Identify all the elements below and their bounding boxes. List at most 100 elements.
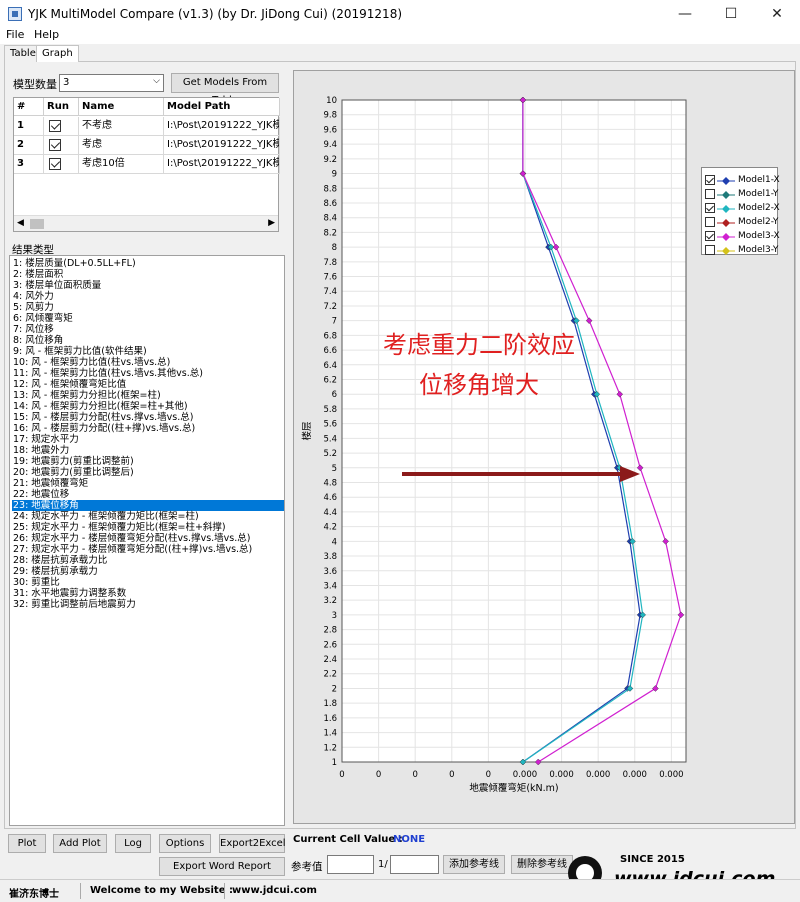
add-plot-button[interactable]: Add Plot — [53, 834, 107, 853]
result-type-item[interactable]: 31: 水平地震剪力调整系数 — [12, 588, 126, 599]
result-type-item[interactable]: 5: 风剪力 — [12, 302, 54, 313]
result-type-item[interactable]: 29: 楼层抗剪承载力 — [12, 566, 98, 577]
result-type-item[interactable]: 27: 规定水平力 - 楼层倾覆弯矩分配((柱+撑)vs.墙vs.总) — [12, 544, 252, 555]
add-ref-line-button[interactable]: 添加参考线 — [443, 855, 505, 874]
annotation-line-1: 考虑重力二阶效应 — [383, 331, 575, 359]
maximize-button[interactable]: ☐ — [708, 0, 754, 28]
y-tick-label: 8.2 — [323, 228, 337, 238]
result-type-item[interactable]: 2: 楼层面积 — [12, 269, 63, 280]
model-path-cell[interactable]: I:\Post\20191222_YJK模态 — [164, 155, 280, 174]
options-button[interactable]: Options — [159, 834, 211, 853]
close-button[interactable]: ✕ — [754, 0, 800, 28]
result-type-item[interactable]: 17: 规定水平力 — [12, 434, 79, 445]
legend-checkbox[interactable] — [705, 245, 715, 255]
x-tick-label: 0 — [412, 770, 417, 780]
ref-value-input-1[interactable] — [327, 855, 374, 874]
x-tick-label: 0 — [449, 770, 454, 780]
result-type-item[interactable]: 11: 风 - 框架剪力比值(柱vs.墙vs.其他vs.总) — [12, 368, 203, 379]
result-type-item[interactable]: 7: 风位移 — [12, 324, 54, 335]
result-type-item[interactable]: 30: 剪重比 — [12, 577, 60, 588]
run-cell[interactable] — [44, 117, 79, 136]
scroll-left-icon[interactable]: ◀ — [17, 218, 24, 228]
run-checkbox[interactable] — [49, 120, 61, 132]
model-path-cell[interactable]: I:\Post\20191222_YJK模态 — [164, 117, 280, 136]
run-cell[interactable] — [44, 136, 79, 155]
export-excel-button[interactable]: Export2Excel — [219, 834, 286, 853]
result-type-item[interactable]: 6: 风倾覆弯矩 — [12, 313, 73, 324]
run-checkbox[interactable] — [49, 139, 61, 151]
plot-button[interactable]: Plot — [8, 834, 46, 853]
result-type-item[interactable]: 13: 风 - 框架剪力分担比(框架=柱) — [12, 390, 161, 401]
result-type-item[interactable]: 10: 风 - 框架剪力比值(柱vs.墙vs.总) — [12, 357, 170, 368]
result-type-item[interactable]: 32: 剪重比调整前后地震剪力 — [12, 599, 136, 610]
y-tick-label: 5.4 — [323, 434, 337, 444]
result-type-item[interactable]: 1: 楼层质量(DL+0.5LL+FL) — [12, 258, 136, 269]
status-welcome: Welcome to my Website : — [90, 885, 233, 896]
minimize-button[interactable]: — — [662, 0, 708, 28]
y-tick-label: 8.4 — [323, 214, 337, 224]
model-name-cell[interactable]: 不考虑 — [79, 117, 164, 136]
legend-label: Model2-X — [738, 203, 780, 213]
result-type-item[interactable]: 12: 风 - 框架倾覆弯矩比值 — [12, 379, 126, 390]
result-type-item[interactable]: 20: 地震剪力(剪重比调整后) — [12, 467, 134, 478]
legend-checkbox[interactable] — [705, 217, 715, 227]
col-header-path[interactable]: Model Path — [164, 98, 280, 116]
result-type-item[interactable]: 4: 风外力 — [12, 291, 54, 302]
scroll-right-icon[interactable]: ▶ — [268, 218, 275, 228]
result-type-item[interactable]: 18: 地震外力 — [12, 445, 69, 456]
menu-file[interactable]: File — [6, 28, 24, 41]
result-type-item[interactable]: 22: 地震位移 — [12, 489, 69, 500]
model-count-select[interactable]: 3 ⌵ — [59, 74, 164, 92]
y-tick-label: 8.6 — [323, 199, 337, 209]
col-header-name[interactable]: Name — [79, 98, 164, 116]
y-tick-label: 7.2 — [323, 302, 337, 312]
result-type-item[interactable]: 24: 规定水平力 - 框架倾覆力矩比(框架=柱) — [12, 511, 199, 522]
col-header-num[interactable]: # — [14, 98, 44, 116]
y-tick-label: 3.6 — [323, 567, 337, 577]
y-tick-label: 5.6 — [323, 420, 337, 430]
result-type-item[interactable]: 19: 地震剪力(剪重比调整前) — [12, 456, 134, 467]
model-name-cell[interactable]: 考虑 — [79, 136, 164, 155]
result-type-item[interactable]: 28: 楼层抗剪承载力比 — [12, 555, 107, 566]
col-header-run[interactable]: Run — [44, 98, 79, 116]
result-type-item[interactable]: 3: 楼层单位面积质量 — [12, 280, 101, 291]
model-name-cell[interactable]: 考虑10倍 — [79, 155, 164, 174]
result-type-item[interactable]: 9: 风 - 框架剪力比值(软件结果) — [12, 346, 147, 357]
result-type-item[interactable]: 16: 风 - 楼层剪力分配((柱+撑)vs.墙vs.总) — [12, 423, 195, 434]
legend-swatch-marker — [722, 177, 730, 185]
legend-checkbox[interactable] — [705, 175, 715, 185]
log-button[interactable]: Log — [115, 834, 151, 853]
get-models-button[interactable]: Get Models From Table — [171, 73, 279, 106]
result-type-item[interactable]: 23: 地震位移角 — [12, 500, 284, 511]
tab-graph[interactable]: Graph — [36, 45, 79, 62]
result-type-list[interactable]: 1: 楼层质量(DL+0.5LL+FL) 2: 楼层面积 3: 楼层单位面积质量 4:… — [9, 255, 285, 826]
result-type-item[interactable]: 15: 风 - 楼层剪力分配(柱vs.撑vs.墙vs.总) — [12, 412, 193, 423]
result-type-item[interactable]: 14: 风 - 框架剪力分担比(框架=柱+其他) — [12, 401, 188, 412]
menu-bar: File Help — [0, 28, 800, 44]
y-tick-label: 4.8 — [323, 478, 337, 488]
horizontal-scrollbar[interactable]: ◀ ▶ — [14, 215, 278, 231]
y-tick-label: 7 — [332, 317, 337, 327]
scroll-thumb[interactable] — [30, 219, 44, 229]
run-cell[interactable] — [44, 155, 79, 174]
y-tick-label: 8 — [332, 243, 337, 253]
legend-checkbox[interactable] — [705, 203, 715, 213]
y-tick-label: 9.8 — [323, 111, 337, 121]
menu-help[interactable]: Help — [34, 28, 59, 41]
legend-swatch-marker — [722, 219, 730, 227]
status-url[interactable]: www.jdcui.com — [232, 885, 317, 896]
result-type-item[interactable]: 25: 规定水平力 - 框架倾覆力矩比(框架=柱+斜撑) — [12, 522, 226, 533]
model-path-cell[interactable]: I:\Post\20191222_YJK模态 — [164, 136, 280, 155]
result-type-item[interactable]: 21: 地震倾覆弯矩 — [12, 478, 88, 489]
delete-ref-line-button[interactable]: 删除参考线 — [511, 855, 573, 874]
y-tick-label: 9.2 — [323, 155, 337, 165]
result-type-item[interactable]: 8: 风位移角 — [12, 335, 63, 346]
legend-checkbox[interactable] — [705, 189, 715, 199]
legend-swatch — [717, 247, 735, 255]
legend-checkbox[interactable] — [705, 231, 715, 241]
y-tick-label: 1.6 — [323, 714, 337, 724]
export-word-button[interactable]: Export Word Report — [159, 857, 285, 876]
ref-value-input-2[interactable] — [390, 855, 439, 874]
result-type-item[interactable]: 26: 规定水平力 - 楼层倾覆弯矩分配(柱vs.撑vs.墙vs.总) — [12, 533, 250, 544]
run-checkbox[interactable] — [49, 158, 61, 170]
